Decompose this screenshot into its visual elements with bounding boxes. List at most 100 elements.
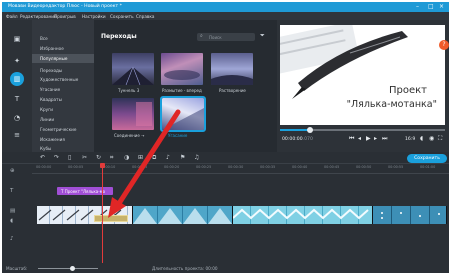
cut-icon[interactable]: ✂: [82, 154, 87, 161]
clip-properties-icon[interactable]: ⊞: [138, 154, 143, 161]
transition-thumbnail-selected[interactable]: [160, 96, 206, 132]
menu-save[interactable]: Сохранить: [110, 14, 134, 19]
maximize-icon[interactable]: □: [428, 3, 434, 10]
search-icon: ⌕: [200, 33, 203, 39]
filter-icon[interactable]: ⏷: [260, 32, 265, 40]
minimize-icon[interactable]: –: [416, 3, 419, 10]
app-window: Мовави Видеоредактор Плюс - Новый проект…: [2, 2, 449, 273]
menu-file[interactable]: Файл: [6, 14, 18, 19]
zoom-handle[interactable]: [70, 266, 75, 271]
titles-icon[interactable]: T: [9, 92, 25, 106]
seek-progress: [280, 129, 310, 131]
dissolve-preview: [211, 75, 253, 85]
video-preview: Проект "Лялька-мотанка": [280, 25, 445, 125]
film-icon[interactable]: ▣: [9, 32, 25, 46]
clip-thumbnails: [381, 212, 440, 219]
category-item-selected[interactable]: Популярные: [32, 54, 94, 63]
step-forward-icon[interactable]: ▸: [374, 135, 377, 142]
category-item[interactable]: Угасание: [32, 85, 94, 94]
audio-icon[interactable]: ♪: [166, 154, 170, 161]
stickers-icon[interactable]: ◔: [9, 111, 25, 125]
delete-icon[interactable]: ▯: [68, 154, 71, 161]
more-icon[interactable]: ≡: [9, 128, 25, 142]
clip-thumbnails: [233, 208, 369, 220]
aspect-ratio[interactable]: 16:9: [405, 137, 415, 142]
ruler-label: 00:00:25: [196, 165, 212, 169]
play-icon[interactable]: ▶: [366, 135, 371, 142]
search-input[interactable]: ⌕ Поиск: [197, 33, 255, 41]
video-clip[interactable]: [373, 206, 447, 224]
ruler-label: 00:01:00: [420, 165, 436, 169]
menu-edit[interactable]: Редактирование: [20, 14, 57, 19]
menu-bar: Файл Редактирование Проигрыв Настройки С…: [2, 12, 449, 20]
zoom-slider[interactable]: [38, 266, 98, 271]
mute-icon[interactable]: ◖: [10, 218, 13, 224]
menu-help[interactable]: Справка: [136, 14, 154, 19]
playhead-handle[interactable]: [100, 163, 105, 168]
close-icon[interactable]: ×: [439, 3, 444, 10]
step-back-icon[interactable]: ◂: [358, 135, 361, 142]
ruler-label: 00:00:15: [132, 165, 148, 169]
transition-thumbnail[interactable]: [112, 98, 154, 130]
flag-icon[interactable]: ⚑: [180, 154, 185, 161]
title-line-2: "Лялька-мотанка": [346, 99, 437, 110]
category-item[interactable]: Художественные: [32, 75, 94, 84]
redo-icon[interactable]: ↷: [54, 154, 59, 161]
transition-thumbnail[interactable]: [211, 53, 253, 85]
seek-handle[interactable]: [306, 127, 313, 133]
undo-icon[interactable]: ↶: [40, 154, 45, 161]
category-item[interactable]: Геометрические: [32, 125, 94, 134]
crop-icon[interactable]: ⌗: [110, 154, 113, 162]
project-duration: Длительность проекта: 00:00: [152, 266, 218, 271]
video-clip[interactable]: [133, 206, 233, 224]
magic-wand-icon[interactable]: ✦: [9, 54, 25, 68]
ruler-label: 00:00:40: [292, 165, 308, 169]
transition-marker[interactable]: [94, 215, 128, 222]
text-clip[interactable]: T Проект "Лялька-мо: [57, 187, 113, 195]
timeline-area: ↶ ↷ ▯ ✂ ↻ ⌗ ◑ ⊞ ⧉ ♪ ⚑ ♫ Сохранить 00:00:…: [2, 152, 449, 273]
category-item[interactable]: Линии: [32, 115, 94, 124]
transition-thumbnail[interactable]: [161, 53, 203, 85]
blur-preview: [164, 70, 200, 80]
category-item[interactable]: Искажения: [32, 135, 94, 144]
category-item[interactable]: Избранное: [32, 44, 94, 53]
rotate-icon[interactable]: ↻: [96, 154, 101, 161]
save-button[interactable]: Сохранить: [407, 154, 447, 163]
ruler-label: 00:00:20: [164, 165, 180, 169]
transitions-icon[interactable]: ▥: [10, 72, 24, 86]
playhead[interactable]: [100, 163, 105, 263]
time-current: 00:00:00: [282, 137, 303, 142]
skip-forward-icon[interactable]: ⏭: [382, 135, 387, 143]
category-list: Все Избранное Популярные Переходы Художе…: [32, 20, 94, 152]
category-item[interactable]: Все: [32, 34, 94, 43]
ruler-label: 00:00:50: [356, 165, 372, 169]
clip-thumbnails: [133, 208, 232, 224]
thumbnail-label: Размытие - вперед: [162, 88, 202, 93]
tool-sidebar: ▣ ✦ ▥ T ◔ ≡: [2, 20, 32, 152]
window-title: Мовави Видеоредактор Плюс - Новый проект…: [8, 4, 122, 9]
color-icon[interactable]: ◑: [124, 154, 129, 161]
transition-wizard-icon[interactable]: ⧉: [152, 154, 156, 162]
time-ruler: 00:00:00 00:00:05 00:00:10 00:00:15 00:00:20…: [32, 164, 449, 174]
video-clip[interactable]: [233, 206, 373, 224]
skip-back-icon[interactable]: ⏮: [349, 135, 354, 143]
category-item[interactable]: Круги: [32, 105, 94, 114]
mic-icon[interactable]: ♫: [194, 154, 199, 161]
snapshot-icon[interactable]: ◉: [429, 135, 434, 142]
menu-settings[interactable]: Настройки: [82, 14, 106, 19]
volume-icon[interactable]: ◖: [420, 135, 423, 142]
category-item[interactable]: Переходы: [32, 66, 94, 75]
add-track-icon[interactable]: ⊕: [10, 168, 15, 174]
menu-playback[interactable]: Проигрыв: [54, 14, 76, 19]
fullscreen-icon[interactable]: ⛶: [438, 135, 442, 143]
ruler-label: 00:00:00: [36, 165, 52, 169]
join-preview: [136, 102, 152, 126]
category-item[interactable]: Квадраты: [32, 95, 94, 104]
seek-bar[interactable]: [280, 127, 445, 133]
ruler-label: 00:00:45: [324, 165, 340, 169]
thumbnail-label: Растворение: [219, 88, 246, 93]
tunnel-preview: [112, 66, 154, 85]
help-badge[interactable]: ?: [439, 40, 449, 50]
transition-thumbnail[interactable]: [112, 53, 154, 85]
video-track-icon: ▤: [10, 208, 16, 214]
